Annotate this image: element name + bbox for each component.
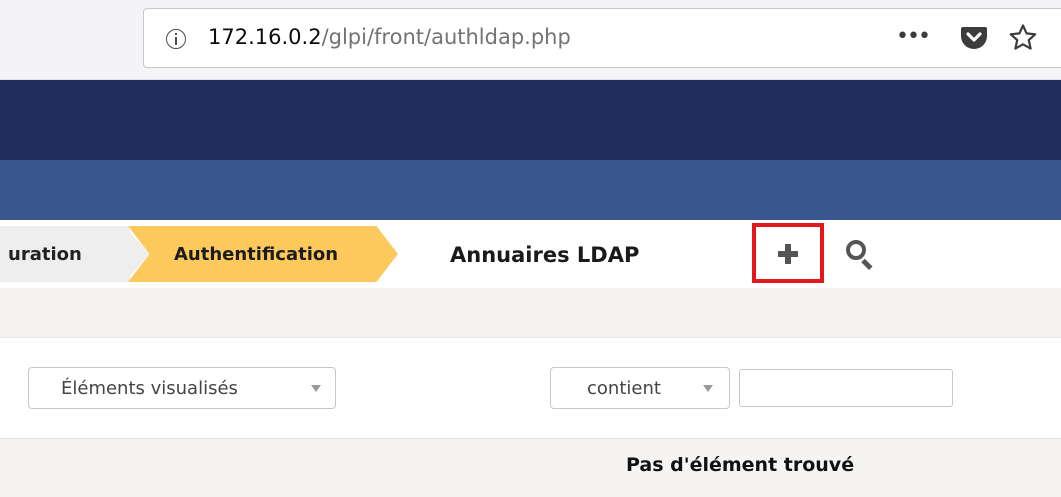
add-button[interactable] (752, 223, 824, 283)
breadcrumb-item-label: uration (8, 244, 82, 265)
empty-results-message: Pas d'élément trouvé (626, 454, 855, 476)
main-menu-bar (0, 160, 1061, 220)
url-path: /glpi/front/authldap.php (321, 25, 571, 49)
url-text[interactable]: 172.16.0.2/glpi/front/authldap.php (208, 25, 571, 49)
chevron-down-icon (311, 385, 321, 392)
search-criteria: Éléments visualisés contient (0, 338, 1061, 438)
bookmark-star-icon[interactable] (1008, 23, 1038, 53)
operator-select[interactable]: contient (550, 367, 730, 409)
search-header-band (0, 288, 1061, 338)
plus-icon (776, 244, 800, 264)
field-select-value: Éléments visualisés (61, 378, 238, 399)
operator-select-value: contient (587, 378, 661, 399)
chevron-down-icon (703, 385, 713, 392)
breadcrumb-item-label: Authentification (174, 244, 339, 265)
field-select[interactable]: Éléments visualisés (28, 367, 336, 409)
breadcrumb-item-authentification[interactable]: Authentification (128, 226, 398, 282)
pocket-icon[interactable] (960, 23, 988, 51)
browser-toolbar: 172.16.0.2/glpi/front/authldap.php ••• (0, 0, 1061, 80)
results-area: Pas d'élément trouvé (0, 438, 1061, 497)
app-header (0, 80, 1061, 160)
url-host: 172.16.0.2 (208, 25, 322, 49)
search-value-input[interactable] (739, 369, 953, 407)
search-button[interactable] (842, 236, 878, 272)
search-icon-handle (861, 258, 873, 271)
search-icon (846, 240, 866, 260)
page-title[interactable]: Annuaires LDAP (450, 243, 639, 267)
more-actions-icon[interactable]: ••• (896, 26, 931, 48)
breadcrumb-item-configuration[interactable]: uration (0, 226, 130, 282)
address-bar[interactable]: 172.16.0.2/glpi/front/authldap.php ••• (143, 8, 1061, 68)
info-icon[interactable] (166, 29, 186, 49)
breadcrumb: uration Authentification Annuaires LDAP (0, 220, 1061, 288)
